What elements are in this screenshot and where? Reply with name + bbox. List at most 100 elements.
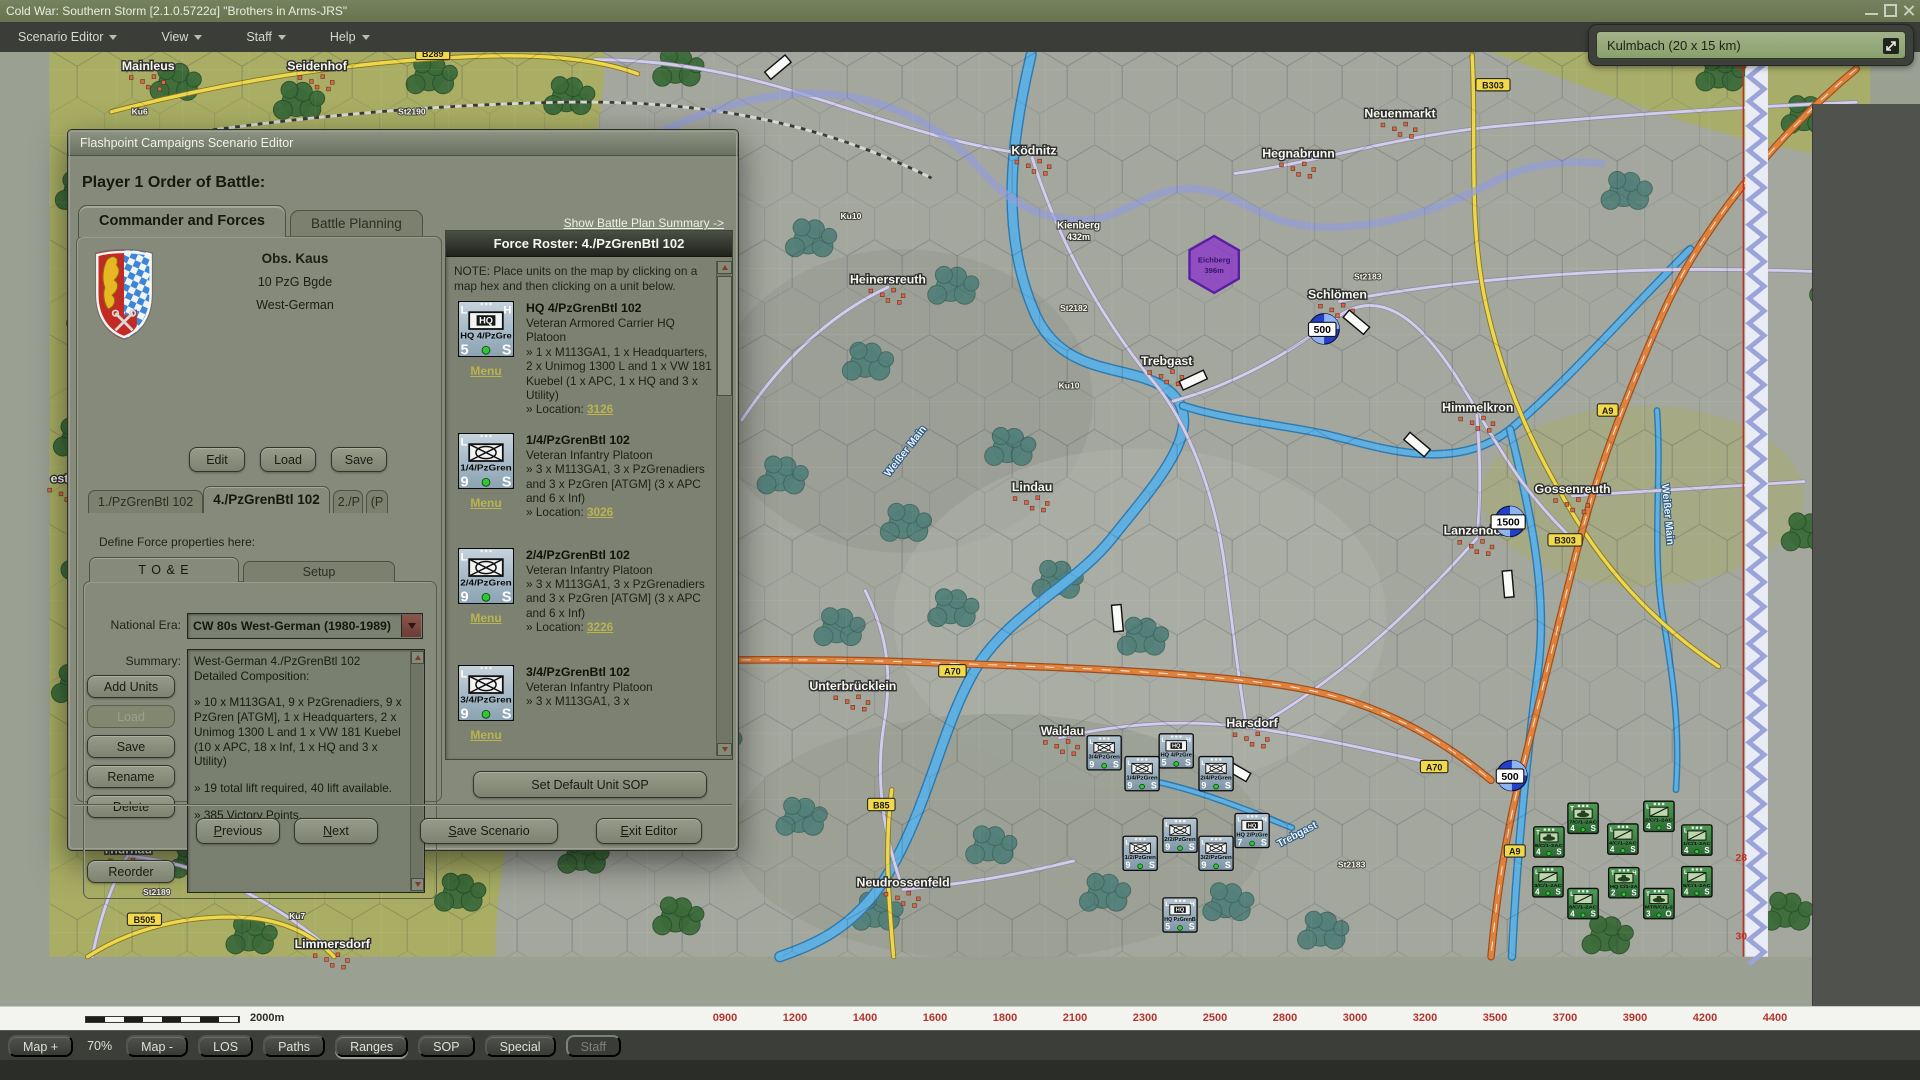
svg-text:HQ: HQ xyxy=(1172,744,1181,750)
scroll-up-icon[interactable] xyxy=(411,651,424,664)
roster-unit-entry[interactable]: L1/4/PzGren9SMenu1/4/PzGrenBtl 102Vetera… xyxy=(448,433,714,520)
show-battle-plan-link[interactable]: Show Battle Plan Summary -> xyxy=(564,216,724,230)
enemy-unit-counter[interactable]: L2/C/1-2AC4S xyxy=(1644,801,1674,831)
wg-unit-counter[interactable]: L1/2/PzGren9S xyxy=(1123,836,1157,870)
unit-counter-icon[interactable]: LHHQHQ 4/PzGre5S xyxy=(458,301,514,357)
grid-number: 1200 xyxy=(783,1012,807,1024)
roster-scrollbar[interactable] xyxy=(716,261,731,756)
wg-unit-counter[interactable]: LHHQHQ PzGrenB5S xyxy=(1163,898,1197,932)
menu-item-scenario-editor[interactable]: Scenario Editor xyxy=(8,26,127,48)
enemy-unit-counter[interactable]: L4/C/1-2AC4S xyxy=(1608,824,1638,854)
roster-unit-entry[interactable]: LHHQHQ 4/PzGre5SMenuHQ 4/PzGrenBtl 102Ve… xyxy=(448,301,714,417)
unit-counter-icon[interactable]: L1/4/PzGren9S xyxy=(458,433,514,489)
tab-commander-and-forces[interactable]: Commander and Forces xyxy=(78,205,286,237)
enemy-unit-counter[interactable]: L1/C/1-2AC4S xyxy=(1682,825,1712,855)
set-default-sop-button[interactable]: Set Default Unit SOP xyxy=(473,771,707,798)
unit-location-link[interactable]: 3226 xyxy=(587,620,613,634)
menu-item-staff[interactable]: Staff xyxy=(236,26,295,48)
scroll-up-icon[interactable] xyxy=(717,261,732,274)
unit-counter-icon[interactable]: L3/4/PzGren9S xyxy=(458,665,514,721)
unit-menu-link[interactable]: Menu xyxy=(470,496,501,510)
svg-text:2: 2 xyxy=(1611,889,1616,898)
wg-unit-counter[interactable]: L3/4/PzGren9S xyxy=(1087,736,1121,770)
road-badge: B303 xyxy=(1476,79,1510,91)
previous-button[interactable]: Previous xyxy=(196,818,280,844)
toolbar-button-map[interactable]: Map + xyxy=(8,1035,73,1057)
toolbar-button-special[interactable]: Special xyxy=(485,1035,556,1057)
enemy-unit-counter[interactable]: L6/C/1-2AC4S xyxy=(1568,888,1598,918)
menu-item-help[interactable]: Help xyxy=(320,26,380,48)
exit-editor-button[interactable]: Exit Editor xyxy=(596,818,702,844)
toolbar-button-map[interactable]: Map - xyxy=(126,1035,188,1057)
edit-button[interactable]: Edit xyxy=(189,447,245,472)
unit-counter-icon[interactable]: L1/4/PzGren9S xyxy=(458,433,514,489)
reorder-button[interactable]: Reorder xyxy=(87,860,175,883)
svg-text:500: 500 xyxy=(1314,325,1332,336)
wg-unit-counter[interactable]: L3/2/PzGren9S xyxy=(1199,836,1233,870)
enemy-unit-counter[interactable]: L3/C/1-2AC4S xyxy=(1533,867,1563,897)
save-button[interactable]: Save xyxy=(331,447,387,472)
tab-battle-planning[interactable]: Battle Planning xyxy=(290,210,423,237)
svg-text:4: 4 xyxy=(1570,824,1575,833)
scroll-down-icon[interactable] xyxy=(411,878,424,891)
unit-menu-link[interactable]: Menu xyxy=(470,611,501,625)
tab-t-o-e[interactable]: T O & E xyxy=(89,557,239,582)
tab-setup[interactable]: Setup xyxy=(243,561,395,582)
unit-name: 2/4/PzGrenBtl 102 xyxy=(526,548,712,563)
svg-text:L: L xyxy=(1201,760,1205,767)
maximize-icon[interactable] xyxy=(1884,4,1897,17)
force-tab-4-pzgrenbtl-102[interactable]: 4./PzGrenBtl 102 xyxy=(203,486,330,513)
menu-item-view[interactable]: View xyxy=(151,26,212,48)
unit-location-link[interactable]: 3026 xyxy=(587,505,613,519)
save-button[interactable]: Save xyxy=(87,735,175,758)
enemy-unit-counter[interactable]: T7/C/1-2AC4S xyxy=(1568,803,1598,833)
roster-unit-entry[interactable]: L2/4/PzGren9SMenu2/4/PzGrenBtl 102Vetera… xyxy=(448,548,714,635)
dropdown-arrow-icon[interactable] xyxy=(401,615,421,637)
roster-unit-entry[interactable]: L3/4/PzGren9SMenu3/4/PzGrenBtl 102Vetera… xyxy=(448,665,714,744)
toolbar-button-sop[interactable]: SOP xyxy=(418,1035,474,1057)
map-edge-number: 28 xyxy=(1736,853,1748,864)
delete-button[interactable]: Delete xyxy=(87,795,175,818)
svg-text:3/4/PzGren: 3/4/PzGren xyxy=(460,694,512,704)
unit-counter-icon[interactable]: L2/4/PzGren9S xyxy=(458,548,514,604)
unit-menu-link[interactable]: Menu xyxy=(470,364,501,378)
scroll-thumb[interactable] xyxy=(717,276,732,396)
wg-unit-counter[interactable]: L2/4/PzGren9S xyxy=(1199,757,1233,791)
wg-unit-counter[interactable]: LHHQHQ 2/PzGre7S xyxy=(1235,813,1269,847)
save-scenario-button[interactable]: Save Scenario xyxy=(420,818,558,844)
svg-text:S: S xyxy=(1225,780,1231,790)
scroll-down-icon[interactable] xyxy=(717,743,732,756)
rename-button[interactable]: Rename xyxy=(87,765,175,788)
wg-unit-counter[interactable]: L1/4/PzGren9S xyxy=(1125,757,1159,791)
hill-elevation: 432m xyxy=(1067,232,1090,242)
toolbar-button-paths[interactable]: Paths xyxy=(263,1035,325,1057)
force-tab-p[interactable]: (P xyxy=(366,490,389,513)
unit-counter-icon[interactable]: L3/4/PzGren9S xyxy=(458,665,514,721)
enemy-unit-counter[interactable]: T8/C/1-2AC4S xyxy=(1534,827,1564,857)
load-button[interactable]: Load xyxy=(260,447,316,472)
resize-icon[interactable] xyxy=(1883,38,1899,54)
unit-menu-link[interactable]: Menu xyxy=(470,728,501,742)
enemy-unit-counter[interactable]: L5/C/1-2AC4S xyxy=(1682,867,1712,897)
unit-counter-icon[interactable]: L2/4/PzGren9S xyxy=(458,548,514,604)
next-button[interactable]: Next xyxy=(294,818,378,844)
enemy-unit-counter[interactable]: TMTR/C/1-23O xyxy=(1644,888,1674,918)
unit-counter-icon[interactable]: LHHQHQ 4/PzGre5S xyxy=(458,301,514,357)
wg-unit-counter[interactable]: L2/2/PzGren9S xyxy=(1163,818,1197,852)
force-tab-1-pzgrenbtl-102[interactable]: 1./PzGrenBtl 102 xyxy=(88,490,203,513)
minimize-icon[interactable] xyxy=(1865,4,1878,15)
map-strip: 2000m 0900120014001600180021002300250028… xyxy=(0,1006,1920,1030)
unit-location-link[interactable]: 3126 xyxy=(587,402,613,416)
national-era-select[interactable]: CW 80s West-German (1980-1989) xyxy=(187,613,423,639)
summary-scrollbar[interactable] xyxy=(410,651,423,891)
wg-unit-counter[interactable]: LHHQHQ 4/PzGre5S xyxy=(1159,734,1193,768)
enemy-unit-counter[interactable]: THHQ C/1-2A2S xyxy=(1609,868,1639,898)
force-side-buttons: Add UnitsLoadSaveRenameDeleteReorder xyxy=(87,675,177,890)
dialog-titlebar[interactable]: Flashpoint Campaigns Scenario Editor xyxy=(68,130,738,156)
add-units-button[interactable]: Add Units xyxy=(87,675,175,698)
toolbar-button-los[interactable]: LOS xyxy=(198,1035,253,1057)
svg-text:HQ 4/PzGre: HQ 4/PzGre xyxy=(460,331,512,341)
close-icon[interactable] xyxy=(1903,4,1916,17)
toolbar-button-ranges[interactable]: Ranges xyxy=(335,1035,408,1057)
force-tab-2-p[interactable]: 2./P xyxy=(333,490,363,513)
